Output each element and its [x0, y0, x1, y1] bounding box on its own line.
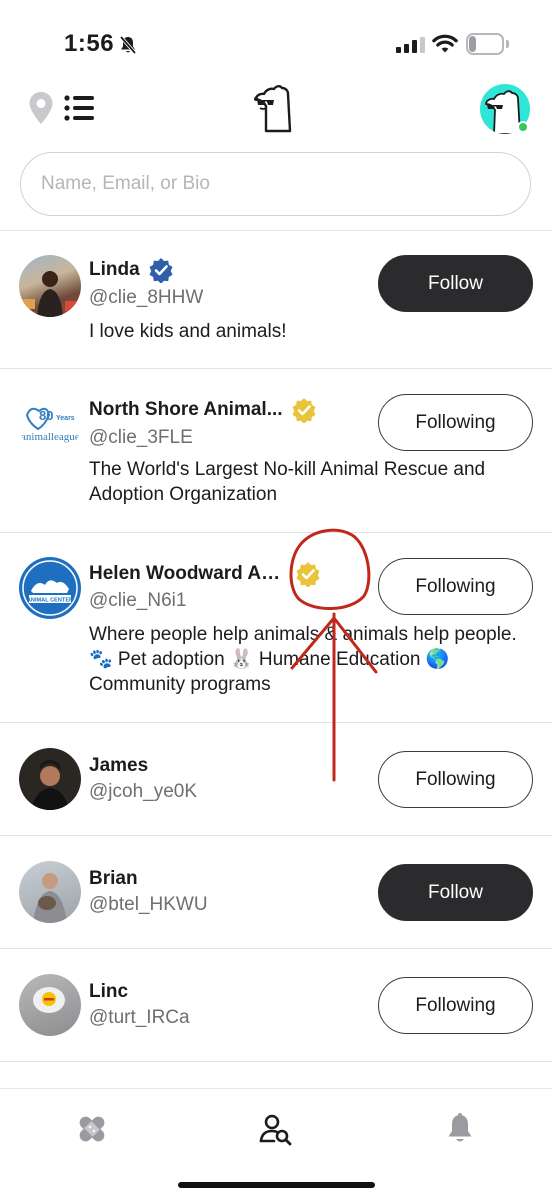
bell-slash-icon — [119, 35, 137, 55]
list-icon[interactable] — [64, 95, 94, 121]
verified-badge-gold-icon — [296, 562, 320, 587]
user-name: Brian — [89, 868, 138, 889]
user-handle: @btel_HKWU — [89, 894, 208, 915]
battery-icon: 22 — [466, 33, 504, 55]
avatar — [19, 748, 81, 810]
following-button[interactable]: Following — [378, 394, 533, 451]
signal-icon — [396, 37, 425, 53]
my-profile-avatar[interactable] — [480, 84, 530, 134]
user-bio: I love kids and animals! — [89, 321, 287, 342]
user-handle: @turt_IRCa — [89, 1007, 190, 1028]
user-handle: @clie_N6i1 — [89, 590, 187, 611]
bandage-icon — [79, 1116, 105, 1142]
following-button[interactable]: Following — [378, 558, 533, 615]
user-handle: @clie_8HHW — [89, 287, 204, 308]
avatar-text: 80 — [39, 408, 53, 423]
avatar: 80 Years animalleague — [19, 393, 81, 455]
wifi-icon — [432, 34, 458, 53]
avatar — [19, 861, 81, 923]
bell-icon — [448, 1113, 472, 1142]
following-button[interactable]: Following — [378, 977, 533, 1034]
home-indicator — [178, 1182, 375, 1188]
user-row-brian[interactable]: Brian @btel_HKWU Follow — [0, 836, 552, 949]
battery-nub — [506, 40, 509, 48]
following-button[interactable]: Following — [378, 751, 533, 808]
avatar-text: ANIMAL CENTER — [27, 598, 73, 604]
follow-button[interactable]: Follow — [378, 864, 533, 921]
tab-notifications[interactable] — [440, 1109, 480, 1149]
verified-badge-gold-icon — [292, 398, 316, 423]
bear-logo-icon — [254, 85, 292, 133]
user-handle: @clie_3FLE — [89, 427, 193, 448]
name-line: Brian — [89, 868, 138, 890]
user-bio: Where people help animals & animals help… — [89, 624, 517, 695]
user-row-helen-woodward[interactable]: ANIMAL CENTER Helen Woodward Ani... @cli… — [0, 533, 552, 723]
online-status-dot — [517, 121, 529, 133]
name-line: Linc — [89, 981, 128, 1003]
friends-search-screen: 1:56 22 Name, Email, or Bio Linda @clie_… — [0, 0, 552, 1200]
battery-level: 22 — [476, 35, 494, 52]
search-people-icon — [259, 1114, 292, 1146]
location-pin-icon[interactable] — [28, 91, 54, 125]
user-name: Linc — [89, 981, 129, 1002]
avatar-text-3: animalleague — [21, 431, 80, 443]
name-line: North Shore Animal... — [89, 397, 317, 423]
name-line: James — [89, 755, 148, 777]
user-name: Helen Woodward Ani... — [89, 563, 287, 584]
status-time: 1:56 — [64, 30, 115, 57]
follow-button[interactable]: Follow — [378, 255, 533, 312]
user-name: Linda — [89, 259, 140, 280]
verified-badge-blue-icon — [149, 258, 173, 283]
user-name: North Shore Animal... — [89, 399, 283, 420]
user-row-linda[interactable]: Linda @clie_8HHW I love kids and animals… — [0, 231, 552, 369]
name-line: Linda — [89, 257, 174, 283]
search-input[interactable] — [20, 152, 531, 216]
user-row-linc[interactable]: Linc @turt_IRCa Following — [0, 949, 552, 1062]
name-line: Helen Woodward Ani... — [89, 561, 321, 587]
app-header — [0, 78, 552, 140]
avatar-text-2: Years — [56, 415, 75, 422]
user-row-north-shore[interactable]: 80 Years animalleague North Shore Animal… — [0, 369, 552, 533]
avatar: ANIMAL CENTER — [19, 557, 81, 619]
user-name: James — [89, 755, 149, 776]
user-bio: The World's Largest No-kill Animal Rescu… — [89, 459, 486, 505]
avatar — [19, 974, 81, 1036]
user-row-james[interactable]: James @jcoh_ye0K Following — [0, 723, 552, 836]
user-handle: @jcoh_ye0K — [89, 781, 198, 802]
tab-care[interactable] — [72, 1109, 112, 1149]
tab-search-people[interactable] — [256, 1109, 296, 1149]
avatar — [19, 255, 81, 317]
